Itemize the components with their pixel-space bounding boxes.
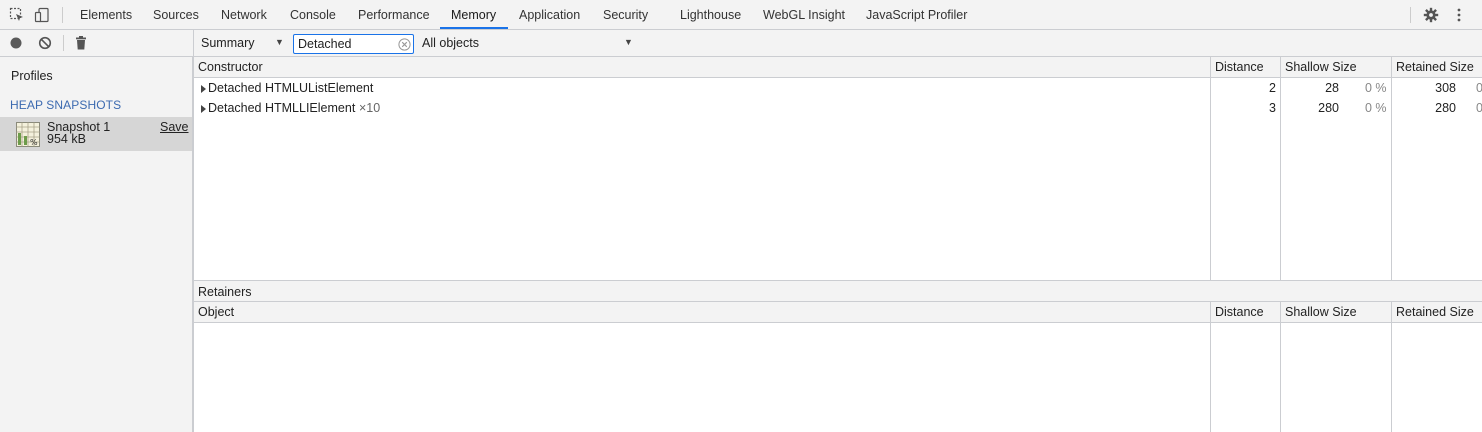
retainers-panel-header[interactable]: Retainers <box>193 280 1482 302</box>
table-row[interactable]: Detached HTMLUListElement 2 28 0 % 308 0 <box>194 78 1482 98</box>
column-shallow-size[interactable]: Shallow Size <box>1281 302 1357 323</box>
toolbar-divider <box>63 35 64 51</box>
devtools-tabbar: Elements Sources Network Console Perform… <box>0 0 1482 30</box>
column-retained-size[interactable]: Retained Size <box>1392 57 1474 78</box>
tab-javascript-profiler[interactable]: JavaScript Profiler <box>866 0 967 30</box>
dropdown-arrow-icon[interactable]: ▼ <box>624 37 633 47</box>
profiles-toolbar <box>0 30 193 57</box>
tab-elements[interactable]: Elements <box>80 0 132 30</box>
clear-filter-icon[interactable] <box>398 38 411 51</box>
instance-count: ×10 <box>359 101 381 115</box>
view-select[interactable]: Summary <box>201 36 254 50</box>
retainers-grid-header: Object Distance Shallow Size Retained Si… <box>194 302 1482 323</box>
column-shallow-size[interactable]: Shallow Size <box>1281 57 1357 78</box>
active-tab-indicator <box>440 27 508 29</box>
profiles-sidebar: Profiles HEAP SNAPSHOTS % Snapshot 1 954… <box>0 57 193 432</box>
shallow-size-percent: 0 % <box>1365 81 1387 95</box>
column-constructor[interactable]: Constructor <box>194 57 263 78</box>
expand-triangle-icon[interactable] <box>201 85 206 93</box>
toolbar-divider <box>62 7 63 23</box>
settings-gear-icon[interactable] <box>1423 7 1439 23</box>
more-options-icon[interactable] <box>1451 7 1467 23</box>
profiles-heading: Profiles <box>11 69 53 83</box>
snapshot-item[interactable]: % Snapshot 1 954 kB Save <box>0 117 192 151</box>
column-object[interactable]: Object <box>194 302 234 323</box>
tab-lighthouse[interactable]: Lighthouse <box>680 0 741 30</box>
save-snapshot-link[interactable]: Save <box>160 120 189 134</box>
inspect-element-icon[interactable] <box>9 7 25 23</box>
retained-size-value: 280 <box>1435 101 1456 115</box>
svg-text:%: % <box>30 138 38 147</box>
device-toolbar-icon[interactable] <box>34 7 50 23</box>
retainers-title: Retainers <box>198 285 252 299</box>
trash-icon[interactable] <box>73 35 89 51</box>
distance-value: 2 <box>1269 81 1276 95</box>
clear-all-icon[interactable] <box>37 35 53 51</box>
tab-console[interactable]: Console <box>290 0 336 30</box>
tab-security[interactable]: Security <box>603 0 648 30</box>
dropdown-arrow-icon[interactable]: ▼ <box>275 37 284 47</box>
class-filter-input[interactable] <box>293 34 414 54</box>
record-icon[interactable] <box>8 35 24 51</box>
tab-memory[interactable]: Memory <box>451 0 496 30</box>
column-distance[interactable]: Distance <box>1211 57 1264 78</box>
shallow-size-percent: 0 % <box>1365 101 1387 115</box>
tab-webgl-insight[interactable]: WebGL Insight <box>763 0 845 30</box>
tab-sources[interactable]: Sources <box>153 0 199 30</box>
retained-size-percent: 0 <box>1476 101 1482 115</box>
retainers-grid: Object Distance Shallow Size Retained Si… <box>193 302 1482 432</box>
constructor-grid-header: Constructor Distance Shallow Size Retain… <box>194 57 1482 78</box>
tab-network[interactable]: Network <box>221 0 267 30</box>
expand-triangle-icon[interactable] <box>201 105 206 113</box>
column-distance[interactable]: Distance <box>1211 302 1264 323</box>
shallow-size-value: 28 <box>1325 81 1339 95</box>
retained-size-value: 308 <box>1435 81 1456 95</box>
tab-application[interactable]: Application <box>519 0 580 30</box>
heap-toolbar: Summary ▼ All objects ▼ <box>193 30 1482 57</box>
heap-snapshot-icon: % <box>16 122 40 147</box>
column-divider <box>1280 302 1281 432</box>
constructor-name: Detached HTMLLIElement <box>208 101 356 115</box>
objects-select[interactable]: All objects <box>422 36 479 50</box>
column-divider <box>1210 302 1211 432</box>
snapshot-size: 954 kB <box>47 132 86 146</box>
tab-performance[interactable]: Performance <box>358 0 430 30</box>
table-row[interactable]: Detached HTMLLIElement ×10 3 280 0 % 280… <box>194 98 1482 118</box>
column-retained-size[interactable]: Retained Size <box>1392 302 1474 323</box>
retained-size-percent: 0 <box>1476 81 1482 95</box>
constructor-name: Detached HTMLUListElement <box>208 81 374 95</box>
constructor-grid: Constructor Distance Shallow Size Retain… <box>193 57 1482 280</box>
heap-snapshots-heading: HEAP SNAPSHOTS <box>10 98 122 112</box>
toolbar-divider <box>1410 7 1411 23</box>
distance-value: 3 <box>1269 101 1276 115</box>
column-divider <box>1391 302 1392 432</box>
shallow-size-value: 280 <box>1318 101 1339 115</box>
